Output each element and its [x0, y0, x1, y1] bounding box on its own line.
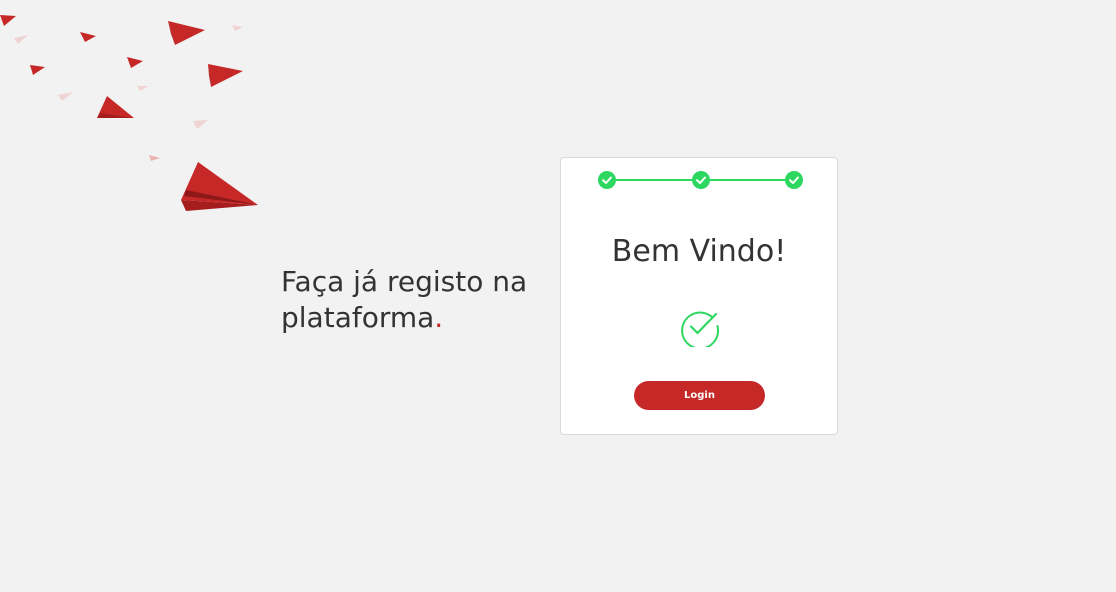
step-1-complete: [598, 171, 616, 189]
check-icon: [696, 176, 706, 184]
hero-tagline-dot: .: [434, 301, 444, 334]
hero-tagline-text: Faça já registo na plataforma: [281, 265, 528, 334]
stepper-line-1: [616, 179, 692, 181]
paper-plane-icon: [0, 15, 258, 211]
step-2-complete: [692, 171, 710, 189]
welcome-card: Bem Vindo! Login: [560, 157, 838, 435]
paper-planes-decoration: [0, 0, 270, 220]
success-check-icon: [681, 311, 720, 347]
welcome-title: Bem Vindo!: [611, 234, 787, 269]
check-icon: [602, 176, 612, 184]
login-button[interactable]: Login: [634, 381, 765, 410]
hero-tagline: Faça já registo na plataforma.: [281, 264, 551, 336]
step-3-complete: [785, 171, 803, 189]
progress-stepper: [598, 171, 803, 189]
check-icon: [789, 176, 799, 184]
stepper-line-2: [710, 179, 785, 181]
